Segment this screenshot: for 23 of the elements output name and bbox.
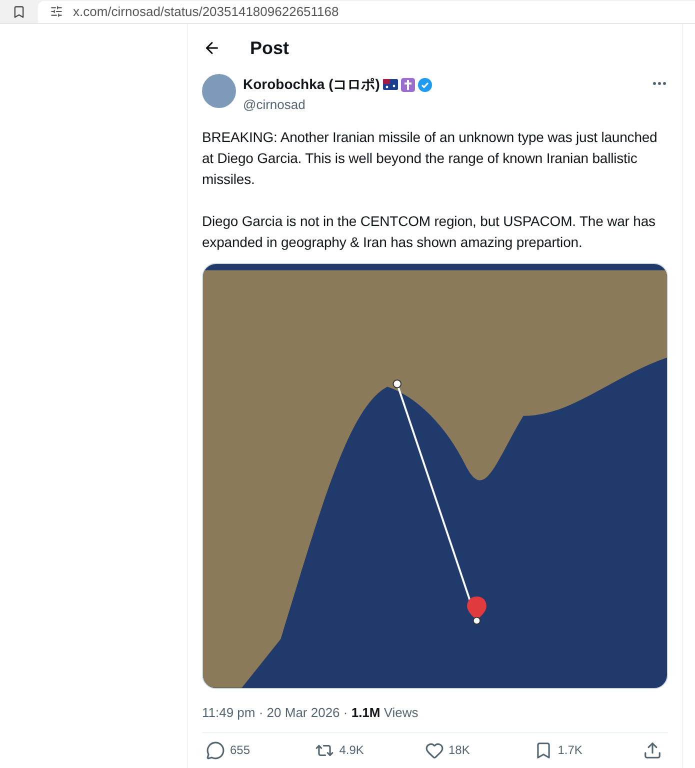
bookmark-icon[interactable] (12, 4, 26, 18)
bookmark-button[interactable]: 1.7K (534, 740, 614, 760)
post-text: BREAKING: Another Iranian missile of an unknown type was just launched at Diego Garcia. This is well beyond the range of known Iranian ballistic missiles. (202, 128, 658, 188)
share-icon (643, 740, 662, 760)
more-button[interactable] (653, 82, 666, 85)
flag-icon (382, 79, 398, 90)
author-name[interactable]: Korobochka (コロポ) (243, 74, 380, 95)
url-text: x.com/cirnosad/status/2035141809622651168 (73, 2, 339, 21)
avatar[interactable] (202, 74, 236, 108)
reply-icon (206, 740, 225, 760)
post-text: Diego Garcia is not in the CENTCOM region, but USPACOM. The war has expanded in geography & Iran has shown amazing prepartion. (202, 212, 656, 252)
repost-button[interactable]: 4.9K (315, 740, 396, 760)
like-button[interactable]: 18K (424, 740, 504, 760)
heart-icon (424, 740, 444, 760)
reply-button[interactable]: 655 (206, 740, 286, 760)
post-meta: 11:49 pm · 20 Mar 2026 · 1.1M Views (202, 704, 420, 722)
author-handle[interactable]: @cirnosad (243, 95, 653, 114)
cross-icon (400, 78, 415, 92)
more-icon (653, 82, 666, 85)
address-bar[interactable]: x.com/cirnosad/status/2035141809622651168 (38, 0, 695, 22)
site-settings-icon[interactable] (50, 5, 63, 18)
page-title: Post (250, 36, 290, 60)
share-button[interactable] (643, 740, 662, 760)
